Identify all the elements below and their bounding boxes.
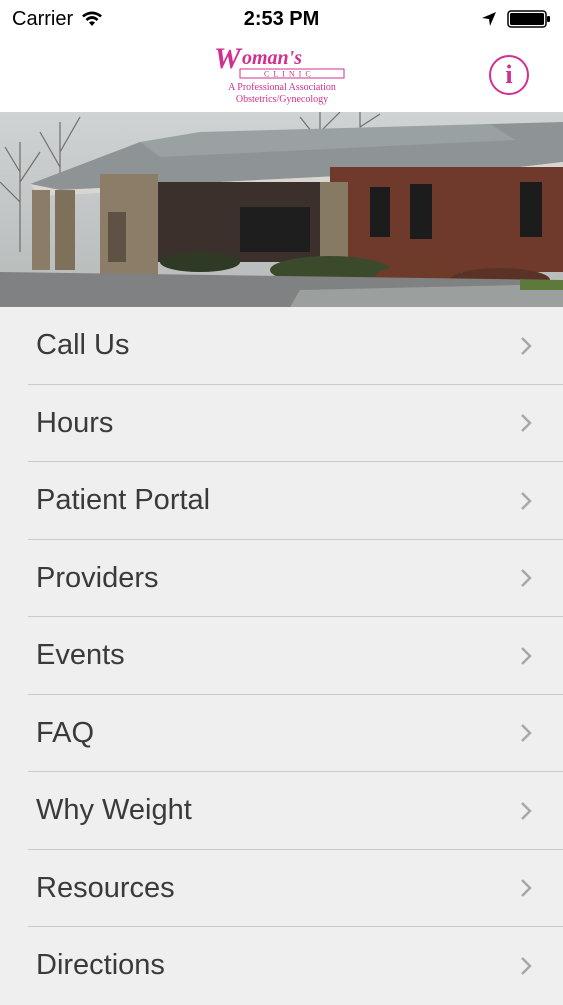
- svg-text:W: W: [214, 42, 243, 75]
- chevron-right-icon: [521, 569, 532, 588]
- nav-bar: W oman's CLINIC A Professional Associati…: [0, 38, 563, 113]
- menu-item-directions[interactable]: Directions: [0, 927, 563, 1005]
- clinic-building-photo: [0, 112, 563, 307]
- main-menu: Call Us Hours Patient Portal Providers E…: [0, 307, 563, 1005]
- menu-item-label: Patient Portal: [36, 484, 211, 517]
- menu-item-label: Hours: [36, 406, 114, 439]
- info-button[interactable]: i: [489, 55, 529, 95]
- info-icon: i: [505, 60, 513, 89]
- svg-text:oman's: oman's: [242, 47, 302, 69]
- status-bar: Carrier 2:53 PM: [0, 0, 563, 38]
- menu-item-label: Resources: [36, 871, 175, 904]
- menu-item-label: Call Us: [36, 329, 130, 362]
- chevron-right-icon: [521, 414, 532, 433]
- chevron-right-icon: [521, 956, 532, 975]
- menu-item-why-weight[interactable]: Why Weight: [0, 772, 563, 850]
- wifi-icon: [82, 11, 103, 26]
- menu-item-call-us[interactable]: Call Us: [0, 307, 563, 385]
- menu-item-faq[interactable]: FAQ: [0, 694, 563, 772]
- svg-text:CLINIC: CLINIC: [264, 70, 315, 79]
- menu-item-events[interactable]: Events: [0, 617, 563, 695]
- battery-icon: [507, 10, 550, 28]
- status-right: [481, 10, 551, 28]
- menu-item-label: Why Weight: [36, 794, 192, 827]
- menu-item-label: FAQ: [36, 716, 95, 749]
- chevron-right-icon: [521, 724, 532, 743]
- menu-item-providers[interactable]: Providers: [0, 539, 563, 617]
- chevron-right-icon: [521, 646, 532, 665]
- carrier-label: Carrier: [12, 7, 74, 30]
- chevron-right-icon: [521, 336, 532, 355]
- womans-clinic-logo: W oman's CLINIC A Professional Associati…: [214, 42, 345, 105]
- menu-item-hours[interactable]: Hours: [0, 384, 563, 462]
- hero-illustration: [0, 112, 563, 307]
- svg-text:A Professional Association: A Professional Association: [228, 82, 336, 93]
- chevron-right-icon: [521, 879, 532, 898]
- menu-item-label: Directions: [36, 949, 165, 982]
- menu-item-patient-portal[interactable]: Patient Portal: [0, 462, 563, 540]
- menu-item-label: Providers: [36, 561, 159, 594]
- status-left: Carrier: [12, 8, 103, 31]
- chevron-right-icon: [521, 491, 532, 510]
- svg-text:Obstetrics/Gynecology: Obstetrics/Gynecology: [236, 94, 328, 105]
- menu-item-label: Events: [36, 639, 125, 672]
- chevron-right-icon: [521, 801, 532, 820]
- location-arrow-icon: [482, 12, 496, 26]
- menu-item-resources[interactable]: Resources: [0, 849, 563, 927]
